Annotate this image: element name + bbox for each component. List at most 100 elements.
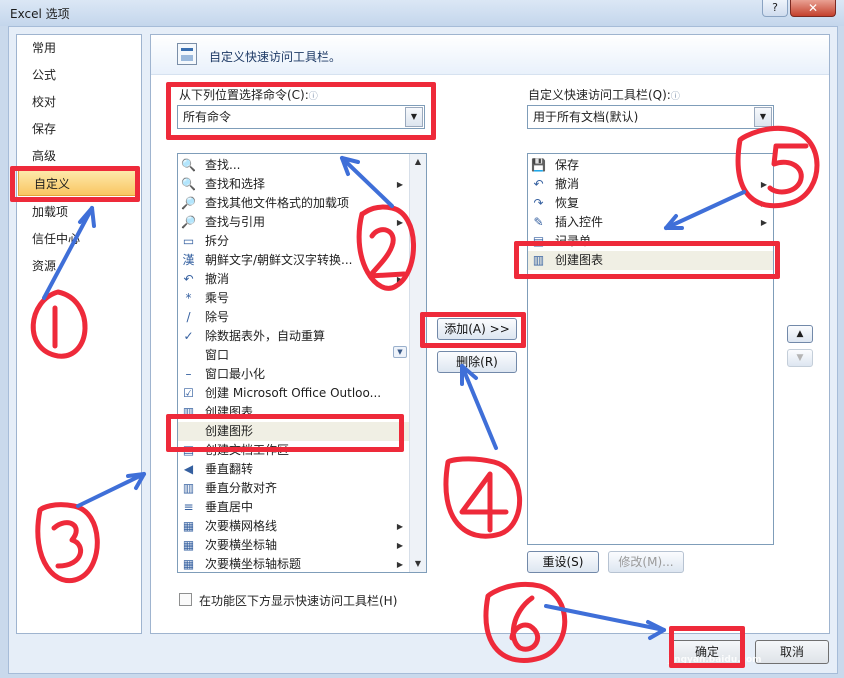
save-icon: 💾 xyxy=(531,158,546,172)
show-below-ribbon-checkbox[interactable] xyxy=(179,593,192,606)
center-vertical-icon: ≡ xyxy=(183,500,194,514)
list-item-label: 次要横网格线 xyxy=(205,519,278,533)
axis-title-icon: ▦ xyxy=(182,557,195,571)
highlight-create-shape xyxy=(166,414,404,452)
submenu-arrow-icon: ▶ xyxy=(760,218,767,227)
title-bar: Excel 选项 ? ✕ xyxy=(0,0,844,26)
find-file-icon: 🔎 xyxy=(181,196,196,210)
submenu-arrow-icon: ▶ xyxy=(396,180,403,189)
list-item[interactable]: / 除号 xyxy=(178,308,409,327)
list-item[interactable]: 💾 保存 xyxy=(528,156,773,175)
customize-toolbar-value: 用于所有文档(默认) xyxy=(533,110,639,124)
list-item-label: 垂直居中 xyxy=(205,500,254,514)
find-reference-icon: 🔎 xyxy=(181,215,196,229)
window-title: Excel 选项 xyxy=(10,7,70,21)
distribute-vertical-icon: ▥ xyxy=(182,481,195,495)
list-item[interactable]: * 乘号 xyxy=(178,289,409,308)
list-item[interactable]: ▭ 拆分 xyxy=(178,232,409,251)
list-item[interactable]: ≡ 垂直居中 xyxy=(178,498,409,517)
list-item[interactable]: – 窗口最小化 xyxy=(178,365,409,384)
list-item-label: 撤消 xyxy=(205,272,230,286)
reset-button[interactable]: 重设(S) xyxy=(527,551,599,573)
list-item[interactable]: ↷ 恢复 ▶ xyxy=(528,194,773,213)
list-item-label: 插入控件 xyxy=(555,215,604,229)
list-item-label: 查找与引用 xyxy=(205,215,266,229)
customize-toolbar-label: 自定义快速访问工具栏(Q):ⓘ xyxy=(528,88,680,102)
list-item[interactable]: 漢朝鲜文字/朝鲜文汉字转换... xyxy=(178,251,409,270)
highlight-customize-nav xyxy=(10,166,140,202)
move-down-button[interactable]: ▼ xyxy=(787,349,813,367)
list-item[interactable]: 🔍 查找... xyxy=(178,156,409,175)
list-item[interactable]: ▦ 次要横坐标轴 ▶ xyxy=(178,536,409,555)
list-item[interactable]: 🔍 查找和选择 ▶ xyxy=(178,175,409,194)
customize-toolbar-combo[interactable]: 用于所有文档(默认) ▼ xyxy=(527,105,774,129)
list-item-label: 乘号 xyxy=(205,291,230,305)
nav-item-trust-center[interactable]: 信任中心 xyxy=(17,226,141,252)
highlight-add-button xyxy=(420,312,526,348)
expand-icon[interactable]: ▼ xyxy=(393,346,407,358)
options-nav: 常用 公式 校对 保存 高级 自定义 加载项 信任中心 资源 xyxy=(16,34,142,634)
help-button[interactable]: ? xyxy=(762,0,788,17)
list-item-label: 保存 xyxy=(555,158,580,172)
show-below-ribbon-label: 在功能区下方显示快速访问工具栏(H) xyxy=(199,594,398,608)
submenu-arrow-icon: ▶ xyxy=(396,541,403,550)
list-item[interactable]: 🔎 查找其他文件格式的加载项 xyxy=(178,194,409,213)
modify-button[interactable]: 修改(M)... xyxy=(608,551,684,573)
list-item-label: 垂直翻转 xyxy=(205,462,254,476)
list-item-label: 查找其他文件格式的加载项 xyxy=(205,196,350,210)
submenu-arrow-icon: ▶ xyxy=(396,560,403,569)
list-item[interactable]: ◀ 垂直翻转 xyxy=(178,460,409,479)
submenu-arrow-icon: ▶ xyxy=(396,522,403,531)
commands-list[interactable]: 🔍 查找... 🔍 查找和选择 ▶ 🔎 查找其他文件格式的加载项 🔎 查找与引用 ▶ ▭ 拆分漢朝鲜文… xyxy=(177,153,427,573)
list-item-label: 除号 xyxy=(205,310,230,324)
list-item[interactable]: ✓ 除数据表外，自动重算 xyxy=(178,327,409,346)
insert-control-icon: ✎ xyxy=(533,215,544,229)
list-item-label: 朝鲜文字/朝鲜文汉字转换... xyxy=(205,253,353,267)
highlight-ok-button xyxy=(669,626,745,668)
nav-item-proofing[interactable]: 校对 xyxy=(17,89,141,115)
list-item[interactable]: ✎ 插入控件 ▶ xyxy=(528,213,773,232)
list-item-label: 创建 Microsoft Office Outloo... xyxy=(205,386,382,400)
multiply-icon: * xyxy=(185,291,192,305)
cancel-button[interactable]: 取消 xyxy=(755,640,829,664)
undo-icon: ↶ xyxy=(533,177,544,191)
undo-icon: ↶ xyxy=(183,272,194,286)
submenu-arrow-icon: ▶ xyxy=(760,180,767,189)
checkmark-icon: ✓ xyxy=(183,329,194,343)
list-item[interactable]: ▦ 次要横网格线 ▶ xyxy=(178,517,409,536)
list-item[interactable]: ☑ 创建 Microsoft Office Outloo... xyxy=(178,384,409,403)
scroll-down-icon[interactable]: ▼ xyxy=(412,558,424,570)
panel-header: 自定义快速访问工具栏。 xyxy=(151,35,829,75)
list-item[interactable]: 窗口 xyxy=(178,346,409,365)
remove-button[interactable]: 删除(R) xyxy=(437,351,517,373)
axis-icon: ▦ xyxy=(182,538,195,552)
commands-scrollbar[interactable]: ▲ ▼ xyxy=(409,154,426,572)
submenu-arrow-icon: ▶ xyxy=(396,218,403,227)
highlight-toolbar-item xyxy=(514,241,780,279)
close-button[interactable]: ✕ xyxy=(790,0,836,17)
list-item-label: 次要横坐标轴标题 xyxy=(205,557,302,571)
move-up-button[interactable]: ▲ xyxy=(787,325,813,343)
nav-item-addins[interactable]: 加载项 xyxy=(17,199,141,225)
list-item[interactable]: ▥ 垂直分散对齐 xyxy=(178,479,409,498)
toolbar-commands-list[interactable]: 💾 保存 ↶ 撤消 ▶ ↷ 恢复 ▶ ✎ 插入控件 ▶ ▤ 记录单 ▥ 创建图表 xyxy=(527,153,774,545)
nav-item-general[interactable]: 常用 xyxy=(17,35,141,61)
list-item[interactable]: 🔎 查找与引用 ▶ xyxy=(178,213,409,232)
list-item-label: 恢复 xyxy=(555,196,580,210)
minimize-icon: – xyxy=(185,367,192,381)
submenu-arrow-icon: ▶ xyxy=(760,199,767,208)
redo-icon: ↷ xyxy=(533,196,544,210)
list-item-label: 拆分 xyxy=(205,234,230,248)
nav-item-resources[interactable]: 资源 xyxy=(17,253,141,279)
list-item[interactable]: ↶ 撤消 ▶ xyxy=(178,270,409,289)
chevron-down-icon[interactable]: ▼ xyxy=(754,107,772,127)
divide-icon: / xyxy=(186,310,191,324)
nav-item-save[interactable]: 保存 xyxy=(17,116,141,142)
nav-item-formulas[interactable]: 公式 xyxy=(17,62,141,88)
list-item[interactable]: ↶ 撤消 ▶ xyxy=(528,175,773,194)
highlight-choose-commands xyxy=(166,82,436,140)
list-item-label: 查找和选择 xyxy=(205,177,266,191)
list-item[interactable]: ▦ 次要横坐标轴标题 ▶ xyxy=(178,555,409,572)
scroll-up-icon[interactable]: ▲ xyxy=(412,156,424,168)
han-icon: 漢 xyxy=(182,253,195,267)
